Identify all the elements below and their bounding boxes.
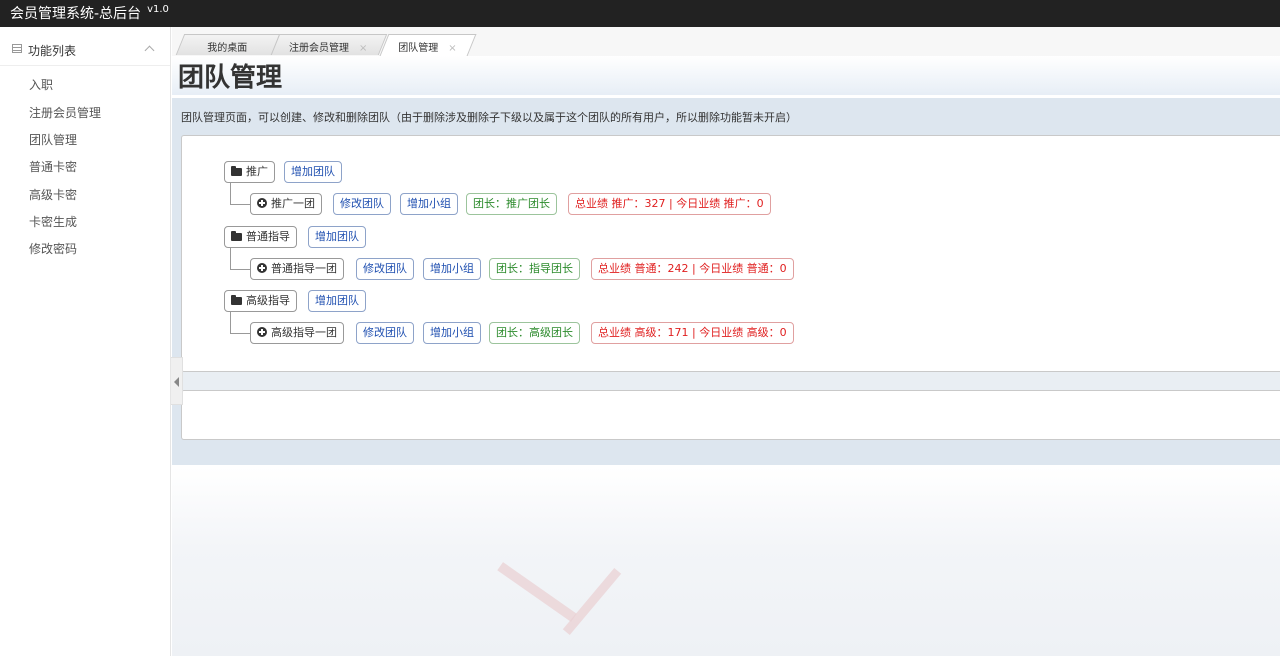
folder-open-icon bbox=[231, 166, 242, 176]
tree-node-subteam[interactable]: 普通指导一团 bbox=[250, 258, 344, 280]
triangle-left-icon bbox=[174, 377, 179, 387]
lower-panel bbox=[181, 390, 1280, 440]
sidebar-title: 功能列表 bbox=[28, 44, 77, 58]
edit-team-button[interactable]: 修改团队 bbox=[356, 322, 414, 344]
plus-circle-icon bbox=[257, 327, 267, 337]
folder-open-icon bbox=[231, 231, 242, 241]
tree-connector bbox=[230, 248, 231, 269]
close-icon[interactable]: × bbox=[448, 43, 456, 54]
chevron-up-icon[interactable] bbox=[144, 45, 155, 56]
team-name: 推广 bbox=[246, 165, 268, 178]
subteam-name: 推广一团 bbox=[271, 197, 315, 210]
app-title: 会员管理系统-总后台 v1.0 bbox=[10, 3, 169, 23]
top-bar: 会员管理系统-总后台 v1.0 bbox=[0, 0, 1280, 27]
performance-badge: 总业绩 普通：242 | 今日业绩 普通：0 bbox=[591, 258, 794, 280]
plus-circle-icon bbox=[257, 263, 267, 273]
leader-badge: 团长：推广团长 bbox=[466, 193, 557, 215]
sidebar-item-onboarding[interactable]: 入职 bbox=[29, 76, 53, 93]
leader-badge: 团长：高级团长 bbox=[489, 322, 580, 344]
sidebar-item-card-generate[interactable]: 卡密生成 bbox=[29, 213, 77, 230]
content-panel: 团队管理页面，可以创建、修改和删除团队（由于删除涉及删除子下级以及属于这个团队的… bbox=[172, 98, 1280, 465]
divider-strip bbox=[181, 372, 1280, 390]
close-icon[interactable]: × bbox=[359, 43, 367, 54]
tree-node-subteam[interactable]: 高级指导一团 bbox=[250, 322, 344, 344]
tree-node-team[interactable]: 普通指导 bbox=[224, 226, 297, 248]
plus-circle-icon bbox=[257, 198, 267, 208]
folder-open-icon bbox=[231, 295, 242, 305]
tree-connector bbox=[230, 183, 231, 204]
edit-team-button[interactable]: 修改团队 bbox=[333, 193, 391, 215]
main-area: 我的桌面 注册会员管理 × 团队管理 × 团队管理 团队管理页面，可以创建、修改和删… bbox=[172, 27, 1280, 656]
sidebar-header[interactable]: 功能列表 bbox=[0, 27, 170, 66]
sidebar-collapse-handle[interactable] bbox=[171, 357, 183, 405]
sidebar-item-premium-card[interactable]: 高级卡密 bbox=[29, 186, 77, 203]
tab-desktop[interactable]: 我的桌面 bbox=[175, 34, 281, 55]
tree-node-subteam[interactable]: 推广一团 bbox=[250, 193, 322, 215]
add-team-button[interactable]: 增加团队 bbox=[284, 161, 342, 183]
sidebar-item-change-password[interactable]: 修改密码 bbox=[29, 240, 77, 257]
tab-label: 注册会员管理 bbox=[288, 43, 349, 54]
header-band bbox=[172, 56, 1280, 95]
subteam-name: 普通指导一团 bbox=[271, 262, 337, 275]
tree-connector bbox=[230, 333, 250, 334]
sidebar-item-team-management[interactable]: 团队管理 bbox=[29, 131, 77, 148]
add-group-button[interactable]: 增加小组 bbox=[423, 322, 481, 344]
app-title-text: 会员管理系统-总后台 bbox=[10, 6, 142, 22]
tree-connector bbox=[230, 204, 250, 205]
add-team-button[interactable]: 增加团队 bbox=[308, 226, 366, 248]
leader-badge: 团长：指导团长 bbox=[489, 258, 580, 280]
team-name: 高级指导 bbox=[246, 294, 290, 307]
add-group-button[interactable]: 增加小组 bbox=[423, 258, 481, 280]
page-title: 团队管理 bbox=[178, 63, 283, 93]
app-version: v1.0 bbox=[147, 4, 169, 16]
add-team-button[interactable]: 增加团队 bbox=[308, 290, 366, 312]
performance-badge: 总业绩 高级：171 | 今日业绩 高级：0 bbox=[591, 322, 794, 344]
performance-badge: 总业绩 推广：327 | 今日业绩 推广：0 bbox=[568, 193, 771, 215]
tree-connector bbox=[230, 269, 250, 270]
tab-member-management[interactable]: 注册会员管理 × bbox=[270, 34, 388, 55]
tab-bar: 我的桌面 注册会员管理 × 团队管理 × bbox=[172, 27, 1280, 57]
add-group-button[interactable]: 增加小组 bbox=[400, 193, 458, 215]
team-name: 普通指导 bbox=[246, 230, 290, 243]
sidebar-item-member-management[interactable]: 注册会员管理 bbox=[29, 104, 101, 121]
tab-team-management[interactable]: 团队管理 × bbox=[379, 34, 477, 56]
sidebar-item-normal-card[interactable]: 普通卡密 bbox=[29, 158, 77, 175]
sidebar: 功能列表 入职 注册会员管理 团队管理 普通卡密 高级卡密 卡密生成 修改密码 bbox=[0, 27, 171, 656]
tree-node-team[interactable]: 推广 bbox=[224, 161, 275, 183]
team-tree: 推广 增加团队 推广一团 修改团队 增加小组 团长：推广团长 总业绩 推广：32… bbox=[181, 135, 1280, 372]
tab-label: 团队管理 bbox=[398, 43, 439, 54]
windmill-decoration bbox=[562, 567, 622, 636]
tree-connector bbox=[230, 312, 231, 333]
page-description: 团队管理页面，可以创建、修改和删除团队（由于删除涉及删除子下级以及属于这个团队的… bbox=[181, 111, 797, 124]
tab-label: 我的桌面 bbox=[207, 43, 248, 54]
windmill-decoration bbox=[497, 562, 577, 622]
list-icon bbox=[12, 44, 22, 53]
tree-node-team[interactable]: 高级指导 bbox=[224, 290, 297, 312]
edit-team-button[interactable]: 修改团队 bbox=[356, 258, 414, 280]
subteam-name: 高级指导一团 bbox=[271, 326, 337, 339]
